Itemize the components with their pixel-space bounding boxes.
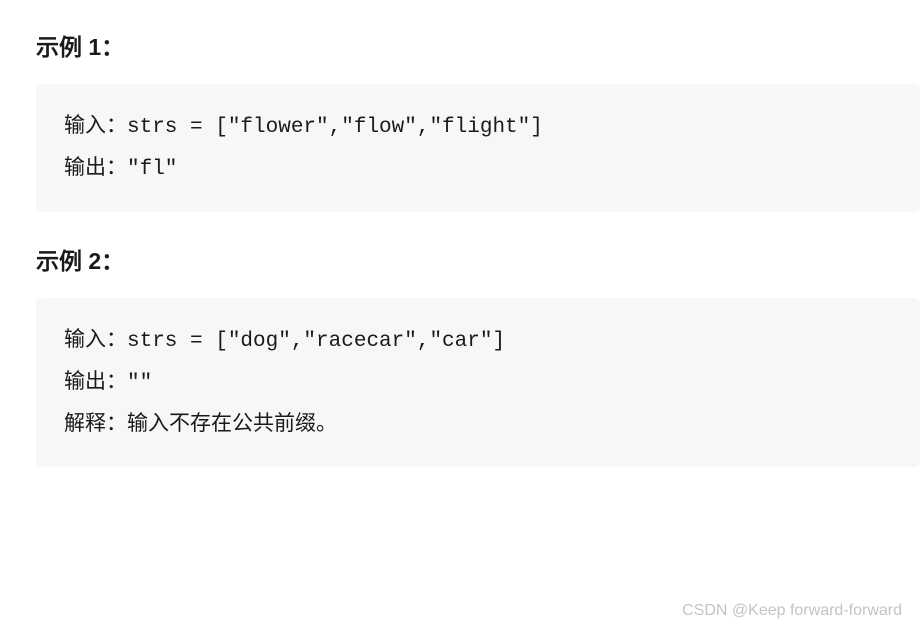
- example-1-output-line: 输出："fl": [64, 148, 892, 190]
- example-1-heading: 示例 1：: [36, 28, 920, 62]
- example-1-code-block: 输入：strs = ["flower","flow","flight"] 输出：…: [36, 84, 920, 212]
- watermark-text: CSDN @Keep forward-forward: [682, 602, 902, 620]
- example-2-output-line: 输出："": [64, 362, 892, 404]
- example-2-input-line: 输入：strs = ["dog","racecar","car"]: [64, 320, 892, 362]
- example-2-section: 示例 2： 输入：strs = ["dog","racecar","car"] …: [36, 242, 920, 468]
- example-2-code-block: 输入：strs = ["dog","racecar","car"] 输出："" …: [36, 298, 920, 468]
- explain-text: 输入不存在公共前缀。: [127, 412, 337, 435]
- output-code: "": [127, 372, 152, 395]
- example-1-input-line: 输入：strs = ["flower","flow","flight"]: [64, 106, 892, 148]
- output-code: "fl": [127, 158, 177, 181]
- output-label: 输出：: [64, 370, 127, 393]
- input-code: strs = ["flower","flow","flight"]: [127, 116, 543, 139]
- example-2-heading: 示例 2：: [36, 242, 920, 276]
- explain-label: 解释：: [64, 412, 127, 435]
- output-label: 输出：: [64, 156, 127, 179]
- input-code: strs = ["dog","racecar","car"]: [127, 330, 505, 353]
- input-label: 输入：: [64, 328, 127, 351]
- example-2-explain-line: 解释：输入不存在公共前缀。: [64, 404, 892, 446]
- example-1-section: 示例 1： 输入：strs = ["flower","flow","flight…: [36, 28, 920, 212]
- input-label: 输入：: [64, 114, 127, 137]
